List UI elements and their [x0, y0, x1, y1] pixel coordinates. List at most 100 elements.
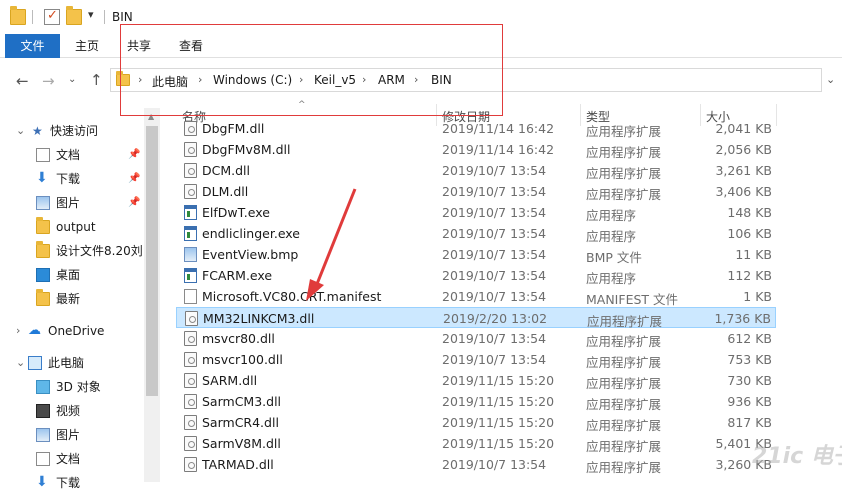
file-size: 1 KB	[743, 289, 772, 304]
desktop-icon	[36, 268, 50, 282]
exe-icon	[184, 268, 197, 283]
file-type: 应用程序扩展	[586, 376, 662, 391]
file-row[interactable]: DbgFMv8M.dll 2019/11/14 16:42 应用程序扩展 2,056 …	[176, 139, 776, 160]
nav-scrollbar-thumb[interactable]	[146, 126, 158, 396]
file-name: MM32LINKCM3.dll	[203, 311, 315, 326]
new-folder-icon[interactable]	[66, 6, 82, 25]
pin-icon[interactable]: 📌	[128, 144, 140, 166]
folder-icon	[10, 6, 26, 25]
nav-label: 图片	[56, 196, 81, 210]
chevron-right-icon[interactable]: ›	[16, 320, 20, 342]
dll-icon	[184, 352, 197, 367]
file-name: EventView.bmp	[202, 247, 299, 262]
column-divider[interactable]	[776, 104, 777, 126]
dll-icon	[184, 121, 197, 136]
file-date: 2019/2/20 13:02	[443, 311, 548, 326]
pictures-icon	[36, 196, 50, 210]
file-size: 148 KB	[727, 205, 772, 220]
chevron-down-icon[interactable]: ⌄	[826, 73, 835, 86]
file-date: 2019/10/7 13:54	[442, 268, 547, 283]
file-row[interactable]: SARM.dll 2019/11/15 15:20 应用程序扩展 730 KB	[176, 370, 776, 391]
file-row[interactable]: DLM.dll 2019/10/7 13:54 应用程序扩展 3,406 KB	[176, 181, 776, 202]
pictures-icon	[36, 428, 50, 442]
file-name: SarmV8M.dll	[202, 436, 281, 451]
dll-icon	[185, 311, 198, 326]
file-row[interactable]: msvcr80.dll 2019/10/7 13:54 应用程序扩展 612 KB	[176, 328, 776, 349]
pin-icon[interactable]: 📌	[128, 168, 140, 190]
nav-label: 最新	[56, 292, 81, 306]
file-type: 应用程序扩展	[586, 187, 662, 202]
file-type: BMP 文件	[586, 250, 642, 265]
file-row[interactable]: SarmV8M.dll 2019/11/15 15:20 应用程序扩展 5,401 K…	[176, 433, 776, 454]
file-row[interactable]: msvcr100.dll 2019/10/7 13:54 应用程序扩展 753 KB	[176, 349, 776, 370]
file-date: 2019/11/14 16:42	[442, 142, 555, 157]
dll-icon	[184, 394, 197, 409]
nav-label: 视频	[56, 404, 81, 418]
dll-icon	[184, 184, 197, 199]
recent-dropdown-icon[interactable]: ⌄	[68, 74, 76, 85]
chevron-down-icon[interactable]: ⌄	[16, 120, 25, 142]
file-type: 应用程序	[586, 271, 637, 286]
file-date: 2019/10/7 13:54	[442, 184, 547, 199]
file-type: MANIFEST 文件	[586, 292, 679, 307]
file-date: 2019/11/15 15:20	[442, 373, 555, 388]
file-type: 应用程序扩展	[586, 124, 662, 139]
quick-access-dropdown-icon[interactable]: ▾	[88, 8, 94, 21]
nav-label: 3D 对象	[56, 380, 101, 394]
file-name: msvcr100.dll	[202, 352, 283, 367]
dll-icon	[184, 457, 197, 472]
up-arrow-icon[interactable]: ↑	[90, 71, 103, 89]
main-scrollbar[interactable]	[824, 100, 842, 482]
file-row[interactable]: Microsoft.VC80.CRT.manifest 2019/10/7 13:…	[176, 286, 776, 307]
file-type: 应用程序扩展	[586, 397, 662, 412]
forward-arrow-icon[interactable]: →	[42, 72, 55, 90]
computer-icon	[28, 356, 42, 370]
file-date: 2019/10/7 13:54	[442, 331, 547, 346]
nav-label: 文档	[56, 452, 81, 466]
video-icon	[36, 404, 50, 418]
chevron-down-icon[interactable]: ⌄	[16, 352, 25, 374]
file-type: 应用程序扩展	[586, 166, 662, 181]
file-name: DbgFM.dll	[202, 121, 265, 136]
tab-home[interactable]: 主页	[70, 34, 104, 58]
file-row[interactable]: endliclinger.exe 2019/10/7 13:54 应用程序 106 K…	[176, 223, 776, 244]
pin-icon[interactable]: 📌	[128, 192, 140, 214]
file-size: 2,056 KB	[715, 142, 772, 157]
annotation-arrow	[306, 188, 357, 301]
dll-icon	[184, 373, 197, 388]
file-row[interactable]: EventView.bmp 2019/10/7 13:54 BMP 文件 11 KB	[176, 244, 776, 265]
properties-icon[interactable]	[44, 8, 60, 25]
file-date: 2019/10/7 13:54	[442, 289, 547, 304]
file-row[interactable]: DbgFM.dll 2019/11/14 16:42 应用程序扩展 2,041 KB	[176, 118, 776, 139]
back-arrow-icon[interactable]: ←	[16, 72, 29, 90]
file-row[interactable]: MM32LINKCM3.dll 2019/2/20 13:02 应用程序扩展 1,73…	[176, 307, 776, 329]
download-icon: ⬇	[36, 474, 48, 490]
file-size: 11 KB	[735, 247, 772, 262]
tab-file[interactable]: 文件	[5, 34, 60, 58]
file-row[interactable]: SarmCM3.dll 2019/11/15 15:20 应用程序扩展 936 KB	[176, 391, 776, 412]
file-size: 106 KB	[727, 226, 772, 241]
file-row[interactable]: DCM.dll 2019/10/7 13:54 应用程序扩展 3,261 KB	[176, 160, 776, 181]
file-type: 应用程序扩展	[586, 439, 662, 454]
file-type: 应用程序	[586, 208, 637, 223]
file-row[interactable]: FCARM.exe 2019/10/7 13:54 应用程序 112 KB	[176, 265, 776, 286]
bmp-icon	[184, 247, 197, 262]
file-date: 2019/10/7 13:54	[442, 457, 547, 472]
file-name: DbgFMv8M.dll	[202, 142, 291, 157]
folder-icon	[36, 217, 50, 234]
file-name: SARM.dll	[202, 373, 258, 388]
separator	[32, 10, 33, 24]
dll-icon	[184, 436, 197, 451]
file-row[interactable]: ElfDwT.exe 2019/10/7 13:54 应用程序 148 KB	[176, 202, 776, 223]
nav-label: 下载	[56, 476, 81, 490]
file-type: 应用程序扩展	[586, 334, 662, 349]
nav-label: OneDrive	[48, 324, 105, 338]
nav-label: 下载	[56, 172, 81, 186]
file-size: 730 KB	[727, 373, 772, 388]
file-size: 3,261 KB	[715, 163, 772, 178]
file-name: TARMAD.dll	[202, 457, 274, 472]
file-row[interactable]: TARMAD.dll 2019/10/7 13:54 应用程序扩展 3,260 KB	[176, 454, 776, 475]
file-row[interactable]: SarmCR4.dll 2019/11/15 15:20 应用程序扩展 817 KB	[176, 412, 776, 433]
file-date: 2019/11/15 15:20	[442, 394, 555, 409]
file-name: SarmCR4.dll	[202, 415, 279, 430]
